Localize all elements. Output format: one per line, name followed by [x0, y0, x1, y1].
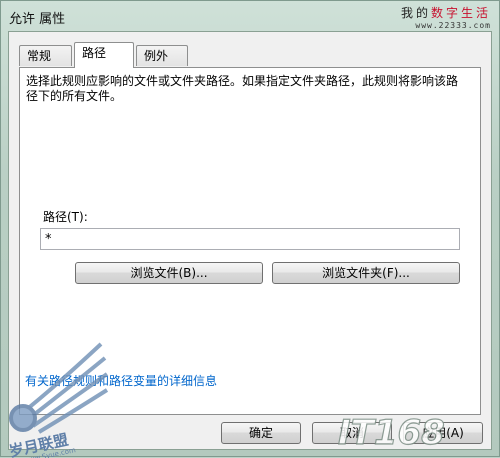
- watermark-url: www.22333.com: [415, 21, 491, 30]
- tab-path[interactable]: 路径: [74, 42, 134, 68]
- watermark-part3: 生活: [460, 6, 491, 20]
- browse-files-button[interactable]: 浏览文件(B)...: [75, 262, 263, 284]
- path-rules-help-link[interactable]: 有关路径规则和路径变量的详细信息: [25, 372, 217, 389]
- path-description: 选择此规则应影响的文件或文件夹路径。如果指定文件夹路径，此规则将影响该路径下的所…: [26, 74, 459, 103]
- dialog-window: 允许 属性 我的数字生活 www.22333.com 常规 路径 例外 选择此规…: [0, 0, 500, 458]
- apply-button[interactable]: 应用(A): [403, 422, 483, 444]
- watermark-part2: 数字: [430, 6, 461, 20]
- title-bar[interactable]: 允许 属性 我的数字生活 www.22333.com: [1, 1, 499, 31]
- dialog-body: 常规 路径 例外 选择此规则应影响的文件或文件夹路径。如果指定文件夹路径，此规则…: [8, 31, 492, 450]
- tab-panel-path: 选择此规则应影响的文件或文件夹路径。如果指定文件夹路径，此规则将影响该路径下的所…: [19, 67, 481, 415]
- ok-button[interactable]: 确定: [221, 422, 301, 444]
- watermark-part1: 我的: [400, 6, 431, 20]
- cancel-button[interactable]: 取消: [312, 422, 392, 444]
- watermark-text: 我的数字生活: [401, 6, 491, 20]
- tab-general[interactable]: 常规: [19, 45, 72, 66]
- watermark-top-right: 我的数字生活 www.22333.com: [401, 4, 491, 30]
- tab-exceptions[interactable]: 例外: [136, 45, 188, 66]
- path-label: 路径(T):: [43, 210, 88, 224]
- window-title: 允许 属性: [9, 12, 66, 27]
- browse-folder-button[interactable]: 浏览文件夹(F)...: [272, 262, 460, 284]
- path-input[interactable]: [40, 228, 460, 250]
